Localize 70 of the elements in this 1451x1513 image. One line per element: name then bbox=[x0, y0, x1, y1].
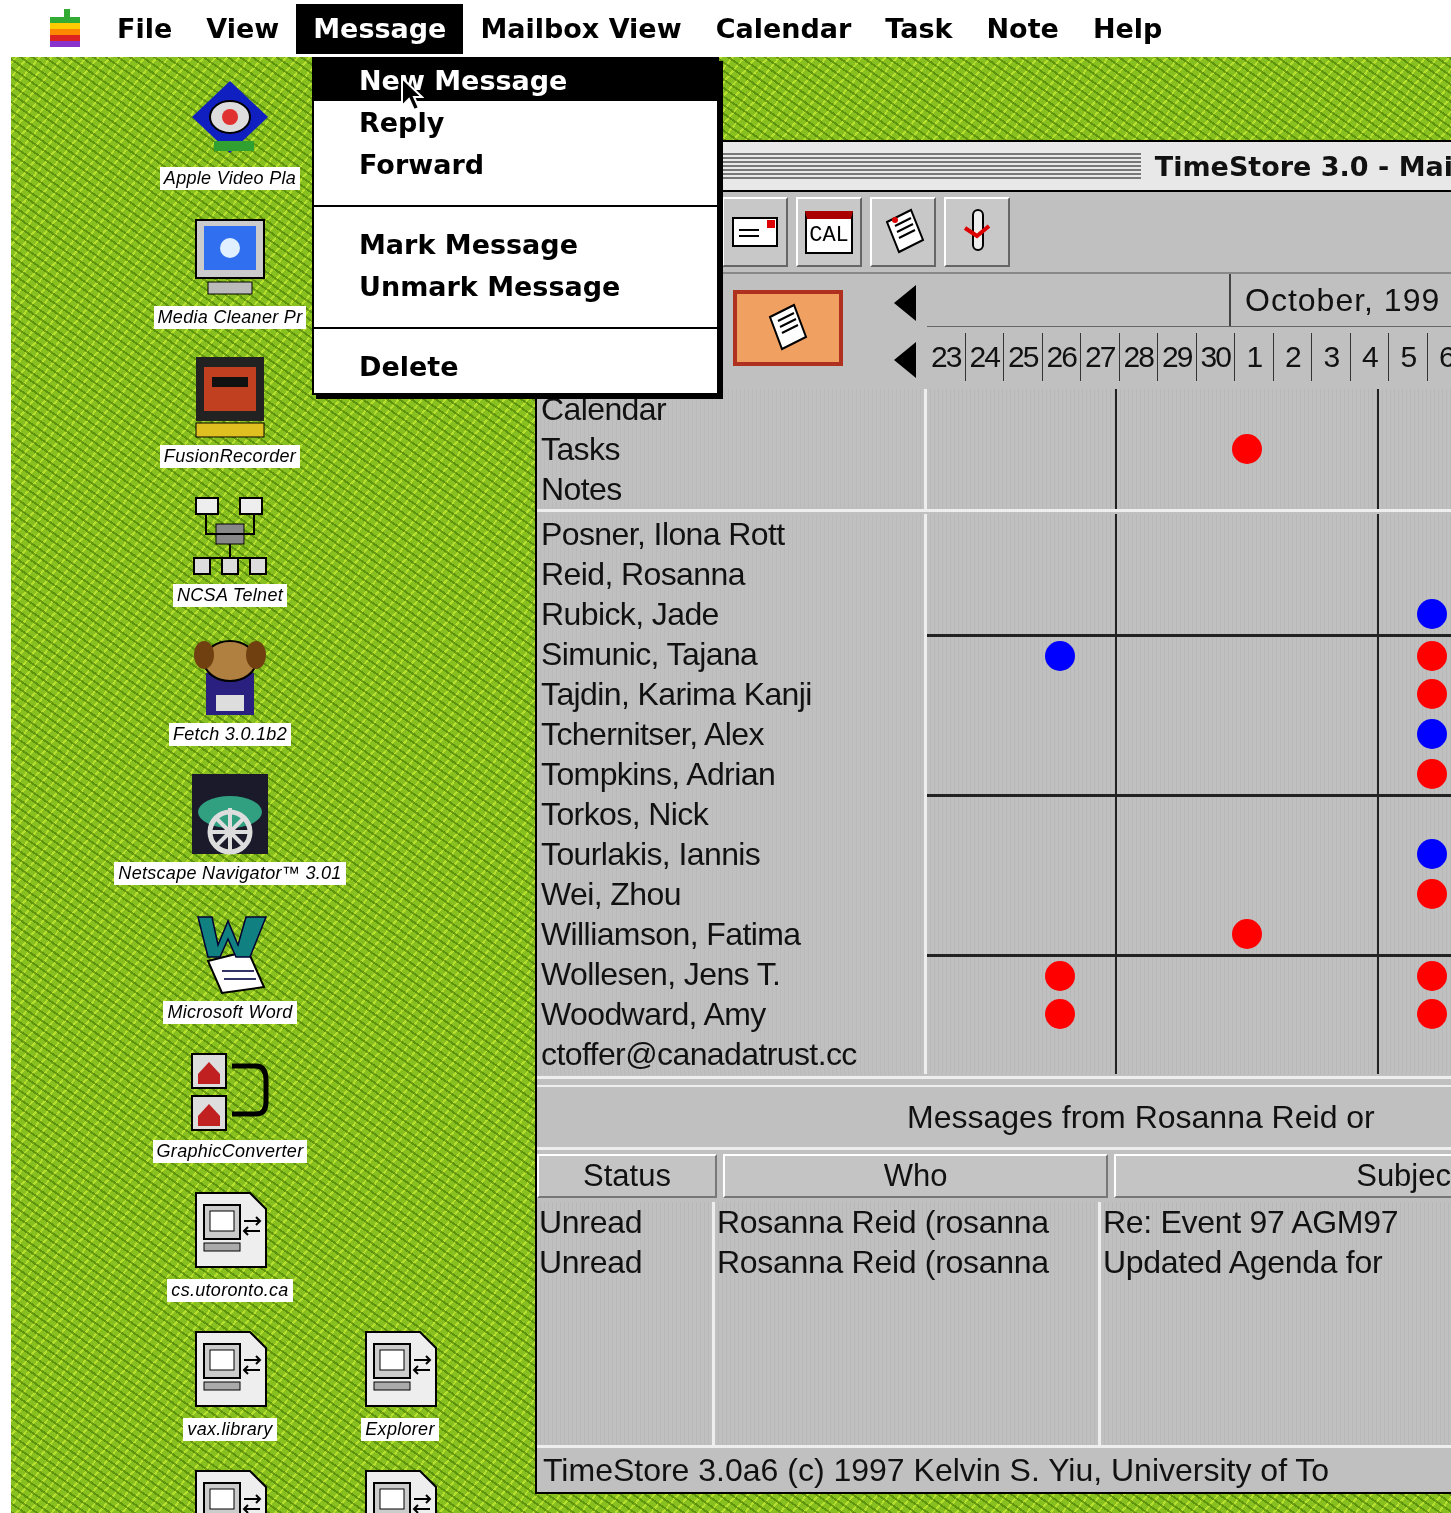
toolbar-button[interactable]: CAL bbox=[796, 197, 862, 267]
table-cell[interactable]: Unread bbox=[537, 1202, 712, 1242]
menu-title[interactable]: Help bbox=[1075, 3, 1180, 54]
day-number[interactable]: 2 bbox=[1273, 333, 1312, 381]
day-number[interactable]: 29 bbox=[1158, 333, 1197, 381]
table-cell[interactable]: Re: Event 97 AGM97 bbox=[1101, 1202, 1451, 1242]
icon-label[interactable]: GraphicConverter bbox=[152, 1140, 308, 1163]
day-number[interactable]: 3 bbox=[1312, 333, 1351, 381]
menu-title[interactable]: Message bbox=[296, 3, 464, 54]
table-cell[interactable]: Updated Agenda for bbox=[1101, 1242, 1451, 1282]
day-number[interactable]: 4 bbox=[1350, 333, 1389, 381]
notes-button[interactable] bbox=[733, 290, 843, 366]
menu-title[interactable]: Note bbox=[969, 3, 1076, 54]
list-item[interactable]: Wollesen, Jens T. bbox=[537, 954, 927, 994]
messages-heading: Messages from Rosanna Reid or bbox=[537, 1085, 1451, 1150]
day-number[interactable]: 27 bbox=[1081, 333, 1120, 381]
column-header[interactable]: Status bbox=[537, 1154, 717, 1198]
note-icon bbox=[766, 303, 810, 353]
list-item[interactable]: Tchernitser, Alex bbox=[537, 714, 927, 754]
icon-label[interactable]: Fetch 3.0.1b2 bbox=[169, 723, 291, 746]
list-item[interactable]: Rubick, Jade bbox=[537, 594, 927, 634]
icon-label[interactable]: Media Cleaner Pr bbox=[153, 306, 307, 329]
list-item[interactable]: Williamson, Fatima bbox=[537, 914, 927, 954]
day-number[interactable]: 28 bbox=[1119, 333, 1158, 381]
calendar-icon: CAL bbox=[805, 210, 853, 254]
icon-label[interactable]: NCSA Telnet bbox=[173, 584, 287, 607]
list-item[interactable]: Tajdin, Karima Kanji bbox=[537, 674, 927, 714]
list-item[interactable]: Tasks bbox=[537, 429, 927, 469]
menu-title[interactable]: Mailbox View bbox=[463, 3, 699, 54]
apple-logo-icon[interactable] bbox=[48, 8, 82, 49]
menu-title[interactable]: View bbox=[189, 3, 297, 54]
day-number[interactable]: 23 bbox=[927, 333, 966, 381]
month-label: October, 199 bbox=[1244, 280, 1441, 320]
day-number[interactable]: 1 bbox=[1235, 333, 1274, 381]
list-item[interactable]: Simunic, Tajana bbox=[537, 634, 927, 674]
status-bar: TimeStore 3.0a6 (c) 1997 Kelvin S. Yiu, University of To bbox=[537, 1445, 1451, 1492]
menu-title[interactable]: Calendar bbox=[698, 3, 869, 54]
icon-label[interactable]: Netscape Navigator™ 3.01 bbox=[114, 862, 346, 885]
column-header[interactable]: Subjec bbox=[1114, 1154, 1451, 1198]
day-number[interactable]: 24 bbox=[965, 333, 1004, 381]
day-number[interactable]: 30 bbox=[1196, 333, 1235, 381]
icon-label[interactable]: Explorer bbox=[361, 1418, 439, 1441]
icon-label[interactable]: Apple Video Pla bbox=[159, 167, 301, 190]
menu-title[interactable]: Task bbox=[868, 3, 970, 54]
icon-label[interactable]: Microsoft Word bbox=[163, 1001, 297, 1024]
menu-title[interactable]: File bbox=[100, 3, 190, 54]
list-item[interactable]: Tompkins, Adrian bbox=[537, 754, 927, 794]
list-item[interactable]: ctoffer@canadatrust.cc bbox=[537, 1034, 927, 1074]
icon-label[interactable]: cs.utoronto.ca bbox=[167, 1279, 293, 1302]
day-number[interactable]: 25 bbox=[1004, 333, 1043, 381]
list-item[interactable]: Notes bbox=[537, 469, 927, 509]
list-item[interactable]: Reid, Rosanna bbox=[537, 554, 927, 594]
icon-label[interactable]: vax.library bbox=[183, 1418, 277, 1441]
day-number[interactable]: 26 bbox=[1042, 333, 1081, 381]
table-cell[interactable]: Rosanna Reid (rosanna bbox=[715, 1242, 1098, 1282]
column-header[interactable]: Who bbox=[723, 1154, 1108, 1198]
window-title: TimeStore 3.0 - Mai bbox=[1154, 150, 1451, 182]
list-item[interactable]: Torkos, Nick bbox=[537, 794, 927, 834]
toolbar-button[interactable] bbox=[944, 197, 1010, 267]
list-item[interactable]: Posner, Ilona Rott bbox=[537, 514, 927, 554]
list-item[interactable]: Tourlakis, Iannis bbox=[537, 834, 927, 874]
day-number[interactable]: 5 bbox=[1389, 333, 1428, 381]
table-cell[interactable]: Rosanna Reid (rosanna bbox=[715, 1202, 1098, 1242]
converter-icon bbox=[188, 1050, 272, 1134]
toolbar-button[interactable] bbox=[722, 197, 788, 267]
list-item[interactable]: Wei, Zhou bbox=[537, 874, 927, 914]
icon-label[interactable]: FusionRecorder bbox=[159, 445, 301, 468]
list-item[interactable]: Woodward, Amy bbox=[537, 994, 927, 1034]
toolbar-button[interactable] bbox=[870, 197, 936, 267]
table-cell[interactable]: Unread bbox=[537, 1242, 712, 1282]
